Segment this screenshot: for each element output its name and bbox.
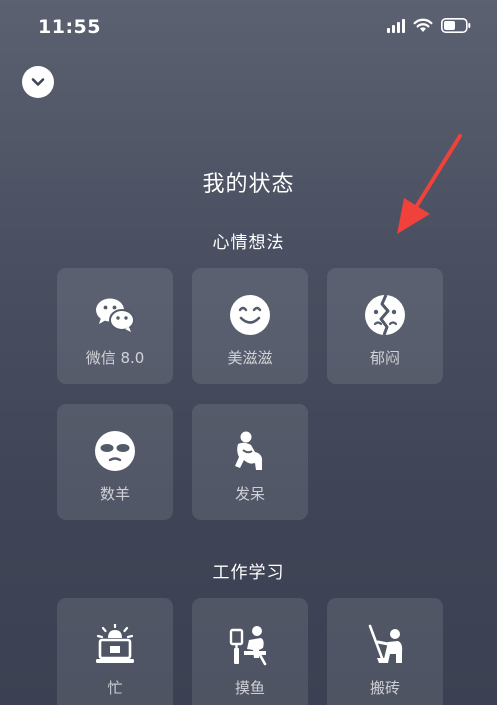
status-tile-label: 数羊	[99, 485, 130, 503]
sheep-face-icon	[95, 431, 135, 471]
status-tile-daze[interactable]: 发呆	[192, 404, 308, 520]
chevron-down-icon	[31, 78, 45, 86]
status-tile-slacking[interactable]: 摸鱼	[192, 598, 308, 705]
daze-figure-icon	[235, 431, 263, 470]
broken-face-icon	[365, 294, 405, 336]
status-bar: 11:55	[0, 0, 497, 54]
status-icons	[387, 18, 471, 33]
page-title: 我的状态	[202, 172, 295, 197]
status-tile-label: 发呆	[234, 485, 265, 503]
slacking-icon	[229, 626, 267, 666]
collapse-button[interactable]	[22, 66, 54, 98]
smile-face-icon	[230, 295, 270, 335]
section-title-mood: 心情想法	[212, 233, 285, 253]
alarm-laptop-icon	[96, 624, 134, 663]
status-tile-label: 搬砖	[369, 679, 400, 697]
status-tile-label: 美滋滋	[227, 349, 273, 367]
digging-icon	[368, 624, 403, 663]
signal-icon	[387, 18, 405, 33]
status-tile-gloomy[interactable]: 郁闷	[327, 268, 443, 384]
status-tile-counting-sheep[interactable]: 数羊	[57, 404, 173, 520]
status-tile-wechat[interactable]: 微信 8.0	[57, 268, 173, 384]
wifi-icon	[413, 18, 433, 32]
battery-icon	[441, 18, 471, 33]
status-tile-label: 微信 8.0	[85, 349, 145, 367]
status-tile-grinding[interactable]: 搬砖	[327, 598, 443, 705]
status-tile-happy[interactable]: 美滋滋	[192, 268, 308, 384]
status-tile-label: 摸鱼	[234, 679, 265, 697]
status-time: 11:55	[38, 16, 101, 38]
section-title-work: 工作学习	[212, 563, 285, 583]
status-tile-label: 郁闷	[369, 349, 400, 367]
status-tile-label: 忙	[107, 679, 123, 697]
status-tile-busy[interactable]: 忙	[57, 598, 173, 705]
wechat-icon	[96, 298, 135, 332]
